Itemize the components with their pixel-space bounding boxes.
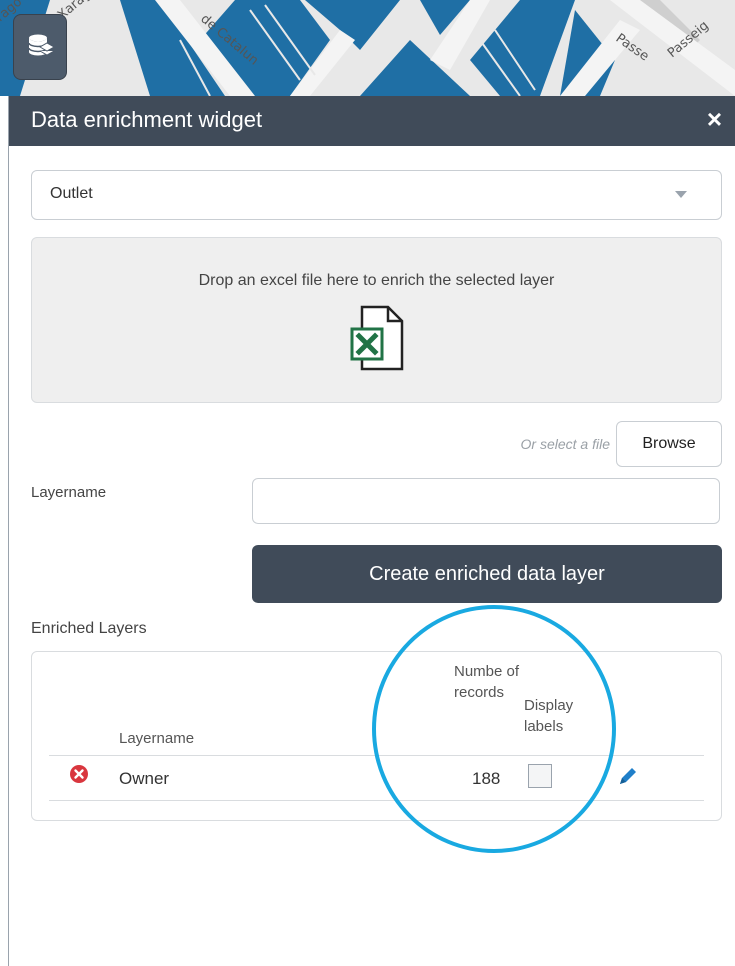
display-labels-checkbox[interactable] [528,764,552,788]
pencil-edit-icon[interactable] [617,765,639,787]
layer-select-value: Outlet [50,185,93,202]
layername-label: Layername [31,484,107,501]
column-header-layername: Layername [119,730,195,747]
select-file-hint: Or select a file [520,436,610,452]
database-layers-icon [28,34,54,56]
row-layername: Owner [119,769,170,788]
column-header-records: Numbe of records [454,663,520,701]
layer-select-dropdown[interactable]: Outlet [31,170,722,220]
remove-layer-icon[interactable] [69,764,89,784]
enriched-layers-table: Layername Numbe of records Display label… [31,651,722,821]
table-divider [49,755,704,756]
excel-file-icon [350,305,404,371]
close-icon[interactable]: × [707,106,722,132]
data-enrichment-tool-button[interactable] [13,14,67,80]
panel-title: Data enrichment widget [31,107,263,132]
data-enrichment-panel: Data enrichment widget × Outlet Drop an … [8,96,735,966]
map-canvas: Xarago de Catalun Passe Passeig rago [0,0,735,96]
browse-button[interactable]: Browse [616,421,722,467]
chevron-down-icon [675,191,687,198]
row-record-count: 188 [472,769,501,788]
map-background[interactable]: Xarago de Catalun Passe Passeig rago [0,0,735,96]
enriched-layers-heading: Enriched Layers [31,620,147,637]
column-header-display-labels: Display labels [524,697,574,735]
table-divider [49,800,704,801]
panel-header: Data enrichment widget × [9,96,735,146]
layername-input[interactable] [252,478,720,524]
drop-zone-text: Drop an excel file here to enrich the se… [198,272,555,289]
file-drop-zone[interactable]: Drop an excel file here to enrich the se… [31,237,722,403]
create-enriched-layer-button[interactable]: Create enriched data layer [252,545,722,603]
